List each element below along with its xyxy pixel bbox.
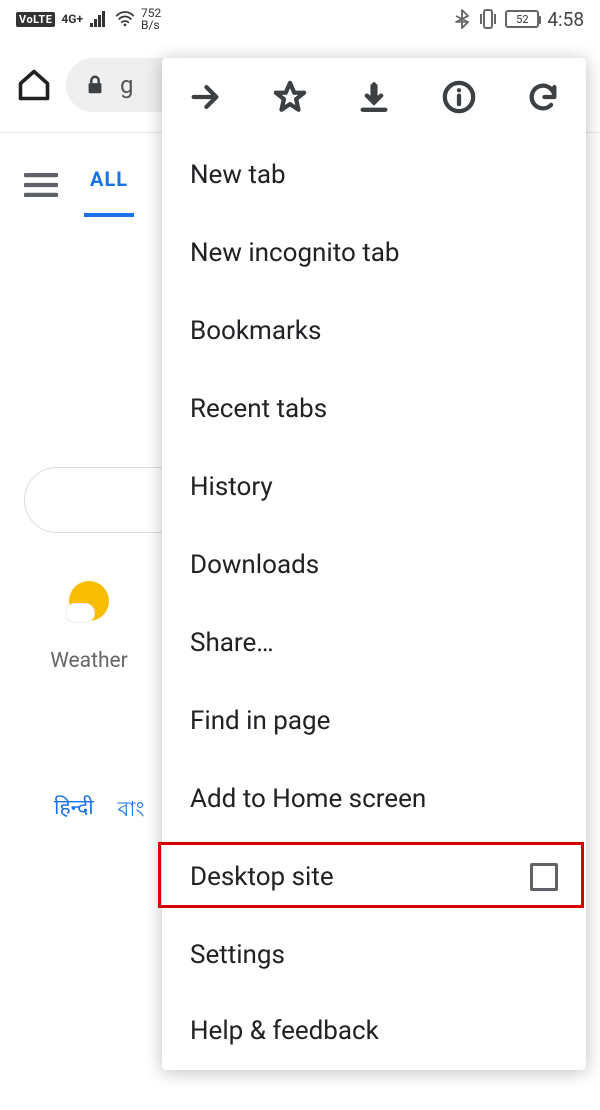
hamburger-icon[interactable] [24,171,58,199]
forward-icon[interactable] [188,80,222,114]
home-icon[interactable] [16,67,52,103]
clock: 4:58 [547,8,584,31]
menu-help-feedback[interactable]: Help & feedback [162,994,586,1068]
tab-all[interactable]: ALL [84,153,134,217]
menu-desktop-site-label: Desktop site [190,862,334,892]
battery-icon: 52 [505,10,539,28]
network-type: 4G+ [61,14,83,24]
data-rate: 752 B/s [141,7,161,31]
weather-label: Weather [24,649,154,673]
menu-icon-row [162,58,586,136]
status-left: VoLTE 4G+ 752 B/s [16,7,161,31]
menu-history[interactable]: History [162,448,586,526]
signal-icon [89,10,109,28]
weather-icon [65,581,113,629]
star-icon[interactable] [273,80,307,114]
menu-share[interactable]: Share… [162,604,586,682]
wifi-icon [115,10,135,28]
info-icon[interactable] [442,80,476,114]
vibrate-icon [479,8,497,30]
menu-bookmarks[interactable]: Bookmarks [162,292,586,370]
menu-desktop-site[interactable]: Desktop site [162,838,586,916]
menu-add-to-home-screen[interactable]: Add to Home screen [162,760,586,838]
menu-new-incognito-tab[interactable]: New incognito tab [162,214,586,292]
lang-bengali[interactable]: বাং [118,793,145,828]
browser-overflow-menu: New tab New incognito tab Bookmarks Rece… [162,58,586,1070]
menu-settings[interactable]: Settings [162,916,586,994]
lang-hindi[interactable]: हिन्दी [54,793,94,828]
status-right: 52 4:58 [453,8,584,31]
status-bar: VoLTE 4G+ 752 B/s 52 4:58 [0,0,600,36]
weather-tile[interactable]: Weather [24,581,154,673]
volte-badge: VoLTE [16,12,55,27]
bluetooth-icon [453,9,471,29]
omnibox-text: g [120,71,133,99]
download-icon[interactable] [357,80,391,114]
reload-icon[interactable] [526,80,560,114]
menu-new-tab[interactable]: New tab [162,136,586,214]
lock-icon [84,74,106,96]
desktop-site-checkbox[interactable] [530,863,558,891]
menu-downloads[interactable]: Downloads [162,526,586,604]
menu-find-in-page[interactable]: Find in page [162,682,586,760]
menu-recent-tabs[interactable]: Recent tabs [162,370,586,448]
